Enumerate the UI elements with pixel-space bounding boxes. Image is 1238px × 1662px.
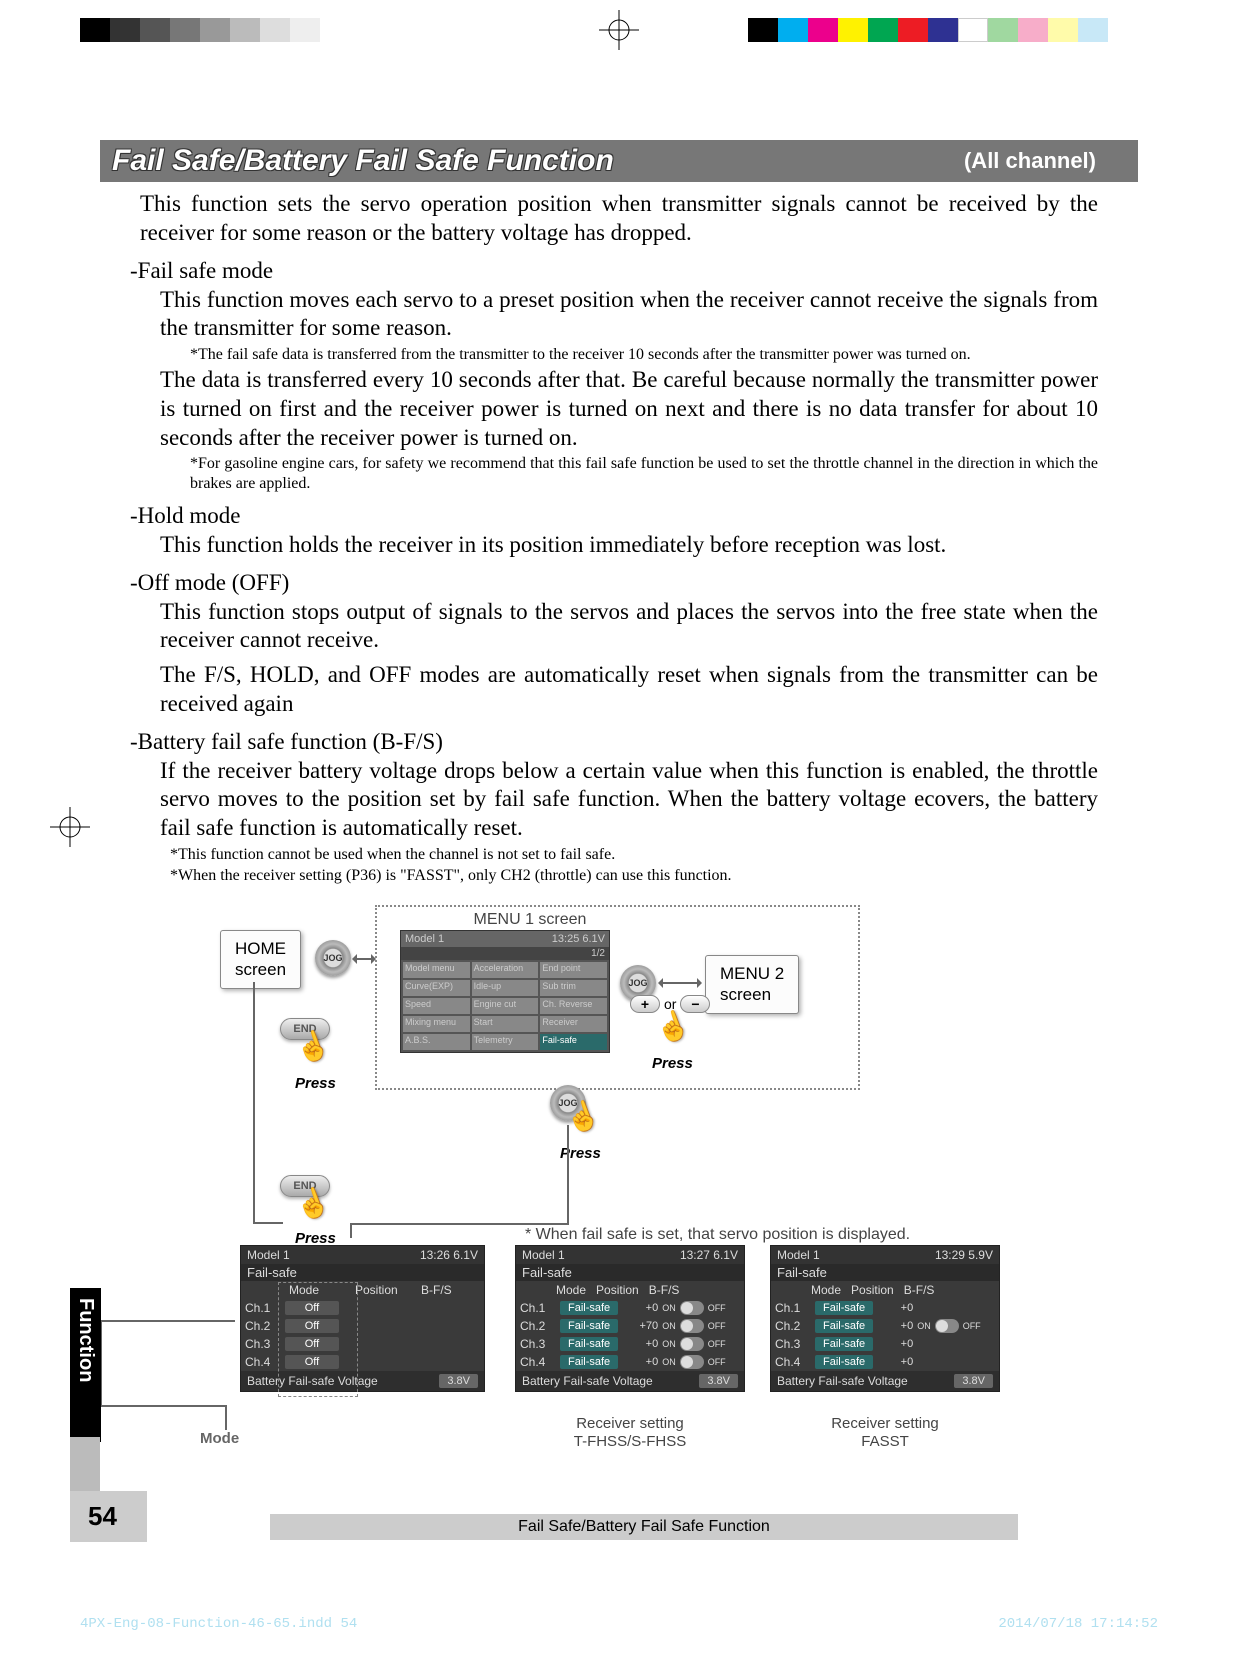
off-p2: The F/S, HOLD, and OFF modes are automat… (160, 661, 1098, 719)
toggle-icon (680, 1355, 704, 1369)
bfs-note2: *When the receiver setting (P36) is "FAS… (170, 866, 1098, 885)
connector-line (253, 982, 255, 1222)
navigation-diagram: MENU 1 screen HOME screen JOG Model 113:… (100, 900, 1138, 1540)
failsafe-p1: This function moves each servo to a pres… (160, 286, 1098, 344)
off-p1: This function stops output of signals to… (160, 598, 1098, 656)
color-bar-left (80, 18, 320, 42)
tfhss-caption: Receiver setting T-FHSS/S-FHSS (535, 1415, 725, 1451)
failsafe-set-note: * When fail safe is set, that servo posi… (525, 1225, 955, 1244)
fasst-caption: Receiver setting FASST (795, 1415, 975, 1451)
registration-cross-left-icon (50, 807, 90, 855)
color-bar-right (748, 18, 1108, 42)
print-file-label: 4PX-Eng-08-Function-46-65.indd 54 (80, 1616, 357, 1632)
footer-title: Fail Safe/Battery Fail Safe Function (270, 1514, 1018, 1540)
intro-paragraph: This function sets the servo operation p… (140, 190, 1098, 248)
menu-grid: Model menuAccelerationEnd point Curve(EX… (401, 960, 609, 1052)
failsafe-note2: *For gasoline engine cars, for safety we… (190, 454, 1098, 492)
press-label: Press (295, 1075, 336, 1092)
bfs-p1: If the receiver battery voltage drops be… (160, 757, 1098, 843)
bfs-note1: *This function cannot be used when the c… (170, 845, 1098, 864)
failsafe-tfhss-screenshot: Model 113:27 6.1V Fail-safe ModePosition… (515, 1245, 745, 1392)
failsafe-main-screenshot: Model 113:26 6.1V Fail-safe ModePosition… (240, 1245, 485, 1392)
connector-line (100, 1405, 225, 1407)
page-number: 54 (70, 1491, 147, 1542)
page-content: Fail Safe/Battery Fail Safe Function (Al… (100, 140, 1138, 1542)
press-label: Press (652, 1055, 693, 1072)
arrow-icon (660, 982, 700, 984)
toggle-icon (680, 1319, 704, 1333)
failsafe-menu-highlight: Fail-safe (540, 1034, 607, 1050)
menu1-screenshot: Model 113:25 6.1V 1/2 Model menuAccelera… (400, 930, 610, 1053)
hold-heading: -Hold mode (130, 503, 1108, 529)
print-registration-marks (0, 0, 1238, 60)
failsafe-p2: The data is transferred every 10 seconds… (160, 366, 1098, 452)
section-subtitle: (All channel) (964, 148, 1096, 174)
menu1-label: MENU 1 screen (440, 910, 620, 929)
print-timestamp: 2014/07/18 17:14:52 (998, 1616, 1158, 1632)
failsafe-note1: *The fail safe data is transferred from … (190, 345, 1098, 364)
connector-line (100, 1320, 235, 1322)
connector-line (350, 1223, 352, 1238)
toggle-icon (935, 1319, 959, 1333)
mode-caption: Mode (200, 1430, 239, 1448)
side-tab-label: Function (70, 1288, 101, 1442)
registration-cross-icon (599, 10, 639, 58)
toggle-icon (680, 1301, 704, 1315)
home-screen-label: HOME screen (220, 930, 301, 989)
failsafe-heading: -Fail safe mode (130, 258, 1108, 284)
connector-line (567, 1125, 569, 1225)
connector-line (225, 1405, 227, 1430)
connector-line (253, 1222, 283, 1224)
off-heading: -Off mode (OFF) (130, 570, 1108, 596)
print-source-footer: 4PX-Eng-08-Function-46-65.indd 54 2014/0… (80, 1616, 1158, 1632)
failsafe-fasst-screenshot: Model 113:29 5.9V Fail-safe ModePosition… (770, 1245, 1000, 1392)
bfs-heading: -Battery fail safe function (B-F/S) (130, 729, 1108, 755)
menu2-screen-label: MENU 2 screen (705, 955, 799, 1014)
toggle-icon (680, 1337, 704, 1351)
plus-button-icon: + (630, 995, 660, 1013)
jog-button-icon: JOG (315, 940, 351, 976)
section-header: Fail Safe/Battery Fail Safe Function (Al… (100, 140, 1138, 182)
section-title: Fail Safe/Battery Fail Safe Function (112, 144, 964, 178)
arrow-icon (354, 958, 374, 960)
mode-selection-dashed (278, 1282, 358, 1397)
hold-p1: This function holds the receiver in its … (160, 531, 1098, 560)
